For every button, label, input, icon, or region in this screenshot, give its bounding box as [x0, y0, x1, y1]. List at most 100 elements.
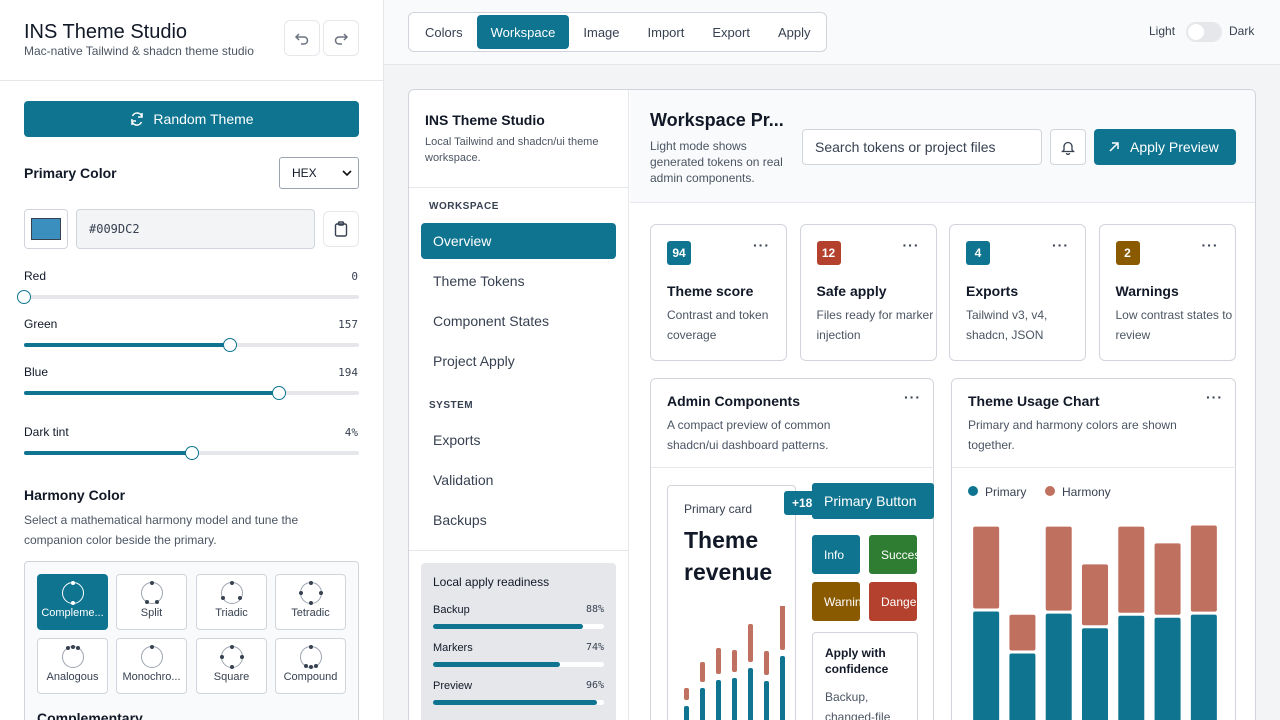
status-pill-danger[interactable]: Danger [869, 582, 917, 621]
nav-item-project-apply[interactable]: Project Apply [421, 343, 616, 379]
copy-button[interactable] [323, 211, 359, 247]
nav-item-backups[interactable]: Backups [421, 502, 616, 538]
harmony-bar [1190, 525, 1217, 612]
stat-badge: 4 [966, 241, 990, 265]
format-select[interactable]: HEX [279, 157, 359, 189]
bell-icon [1061, 141, 1075, 155]
nav-title: INS Theme Studio [425, 112, 545, 128]
tab-colors[interactable]: Colors [411, 15, 477, 49]
clipboard-icon [334, 221, 348, 237]
harmony-option-analogous[interactable]: Analogous [37, 638, 108, 694]
status-pill-warning[interactable]: Warning [812, 582, 860, 621]
tab-export[interactable]: Export [698, 15, 764, 49]
harmony-option-monochromatic[interactable]: Monochro... [116, 638, 187, 694]
stat-title: Safe apply [816, 283, 887, 299]
more-icon[interactable]: ··· [1052, 237, 1069, 253]
random-theme-label: Random Theme [153, 111, 254, 127]
square-icon [219, 645, 244, 669]
apply-preview-button[interactable]: Apply Preview [1094, 129, 1236, 165]
sidebar-header: INS Theme Studio Mac-native Tailwind & s… [0, 0, 383, 81]
nav-item-validation[interactable]: Validation [421, 462, 616, 498]
green-slider-thumb[interactable] [223, 338, 238, 352]
red-slider[interactable] [17, 290, 359, 304]
color-swatch-button[interactable] [24, 209, 68, 249]
dark-tint-value: 4% [344, 426, 358, 439]
refresh-icon [131, 112, 144, 126]
tab-apply[interactable]: Apply [764, 15, 825, 49]
red-slider-thumb[interactable] [17, 290, 31, 304]
nav-item-theme-tokens[interactable]: Theme Tokens [421, 263, 616, 299]
dark-tint-slider[interactable] [24, 446, 359, 460]
main-tabs: Colors Workspace Image Import Export Apply [408, 12, 828, 52]
readiness-row-percent: 74% [585, 642, 604, 653]
more-icon[interactable]: ··· [904, 389, 921, 405]
more-icon[interactable]: ··· [1202, 237, 1219, 253]
notifications-button[interactable] [1050, 129, 1086, 165]
harmony-option-square[interactable]: Square [196, 638, 267, 694]
top-bar: Colors Workspace Image Import Export Apply Li… [384, 0, 1280, 65]
mini-primary-bar [716, 680, 721, 720]
nav-item-component-states[interactable]: Component States [421, 303, 616, 339]
theme-mode-toggle[interactable] [1186, 22, 1222, 42]
readiness-row-name: Markers [433, 642, 473, 654]
harmony-option-compound[interactable]: Compound [275, 638, 346, 694]
usage-description: Primary and harmony colors are shown tog… [968, 418, 1177, 452]
mini-harmony-bar [748, 624, 753, 662]
tab-import[interactable]: Import [634, 15, 699, 49]
split-icon [140, 581, 163, 604]
harmony-bar [1154, 543, 1181, 615]
nav-item-overview[interactable]: Overview [421, 223, 616, 259]
harmony-option-label: Split [140, 607, 163, 619]
blue-slider-thumb[interactable] [271, 386, 286, 400]
readiness-title: Local apply readiness [433, 575, 550, 589]
nav-divider [409, 550, 628, 551]
tab-image[interactable]: Image [569, 15, 633, 49]
stat-badge: 12 [816, 241, 841, 265]
harmony-option-label: Square [213, 671, 250, 683]
blue-value: 194 [338, 366, 358, 379]
workspace-preview-panel: INS Theme Studio Local Tailwind and shad… [408, 89, 1256, 720]
primary-bar [973, 611, 1000, 720]
tetradic-icon [298, 581, 323, 605]
confidence-title: Apply with confidence [825, 646, 889, 676]
tab-workspace[interactable]: Workspace [476, 15, 570, 49]
readiness-row-percent: 88% [585, 604, 604, 615]
undo-icon [294, 33, 309, 45]
green-slider[interactable] [24, 338, 359, 352]
more-icon[interactable]: ··· [903, 237, 920, 253]
preview-nav: INS Theme Studio Local Tailwind and shad… [409, 90, 629, 720]
harmony-option-complementary[interactable]: Compleme... [37, 574, 108, 630]
harmony-option-label: Analogous [46, 671, 99, 683]
search-input[interactable]: Search tokens or project files [802, 129, 1042, 165]
arrow-up-right-icon [1109, 142, 1119, 152]
status-pill-success[interactable]: Success [869, 535, 917, 574]
nav-item-exports[interactable]: Exports [421, 422, 616, 458]
mode-dark-label: Dark [1229, 24, 1255, 38]
more-icon[interactable]: ··· [1206, 389, 1223, 405]
app-subtitle: Mac-native Tailwind & shadcn theme studi… [24, 44, 254, 58]
more-icon[interactable]: ··· [753, 237, 770, 253]
primary-bar [1118, 615, 1145, 720]
readiness-card: Local apply readiness Backup 88% Markers 74… [421, 563, 616, 720]
stat-description: Contrast and token coverage [667, 308, 769, 342]
redo-button[interactable] [323, 20, 359, 56]
readiness-progress-fill [433, 700, 598, 705]
app-title: INS Theme Studio [24, 21, 188, 43]
random-theme-button[interactable]: Random Theme [24, 101, 359, 137]
primary-button[interactable]: Primary Button [812, 483, 934, 519]
monochromatic-icon [140, 645, 163, 668]
harmony-option-split[interactable]: Split [116, 574, 187, 630]
harmony-option-label: Compound [283, 671, 338, 683]
primary-bar [1009, 653, 1036, 720]
blue-slider[interactable] [24, 386, 359, 400]
harmony-option-tetradic[interactable]: Tetradic [275, 574, 346, 630]
complementary-icon [61, 581, 84, 605]
status-pill-info[interactable]: Info [812, 535, 860, 574]
harmony-option-label: Triadic [215, 607, 248, 619]
harmony-option-label: Tetradic [291, 607, 330, 619]
stat-description: Low contrast states to review [1115, 308, 1233, 342]
dark-tint-slider-thumb[interactable] [184, 446, 199, 460]
hex-input[interactable]: #009DC2 [76, 209, 315, 249]
undo-button[interactable] [284, 20, 320, 56]
harmony-option-triadic[interactable]: Triadic [196, 574, 267, 630]
